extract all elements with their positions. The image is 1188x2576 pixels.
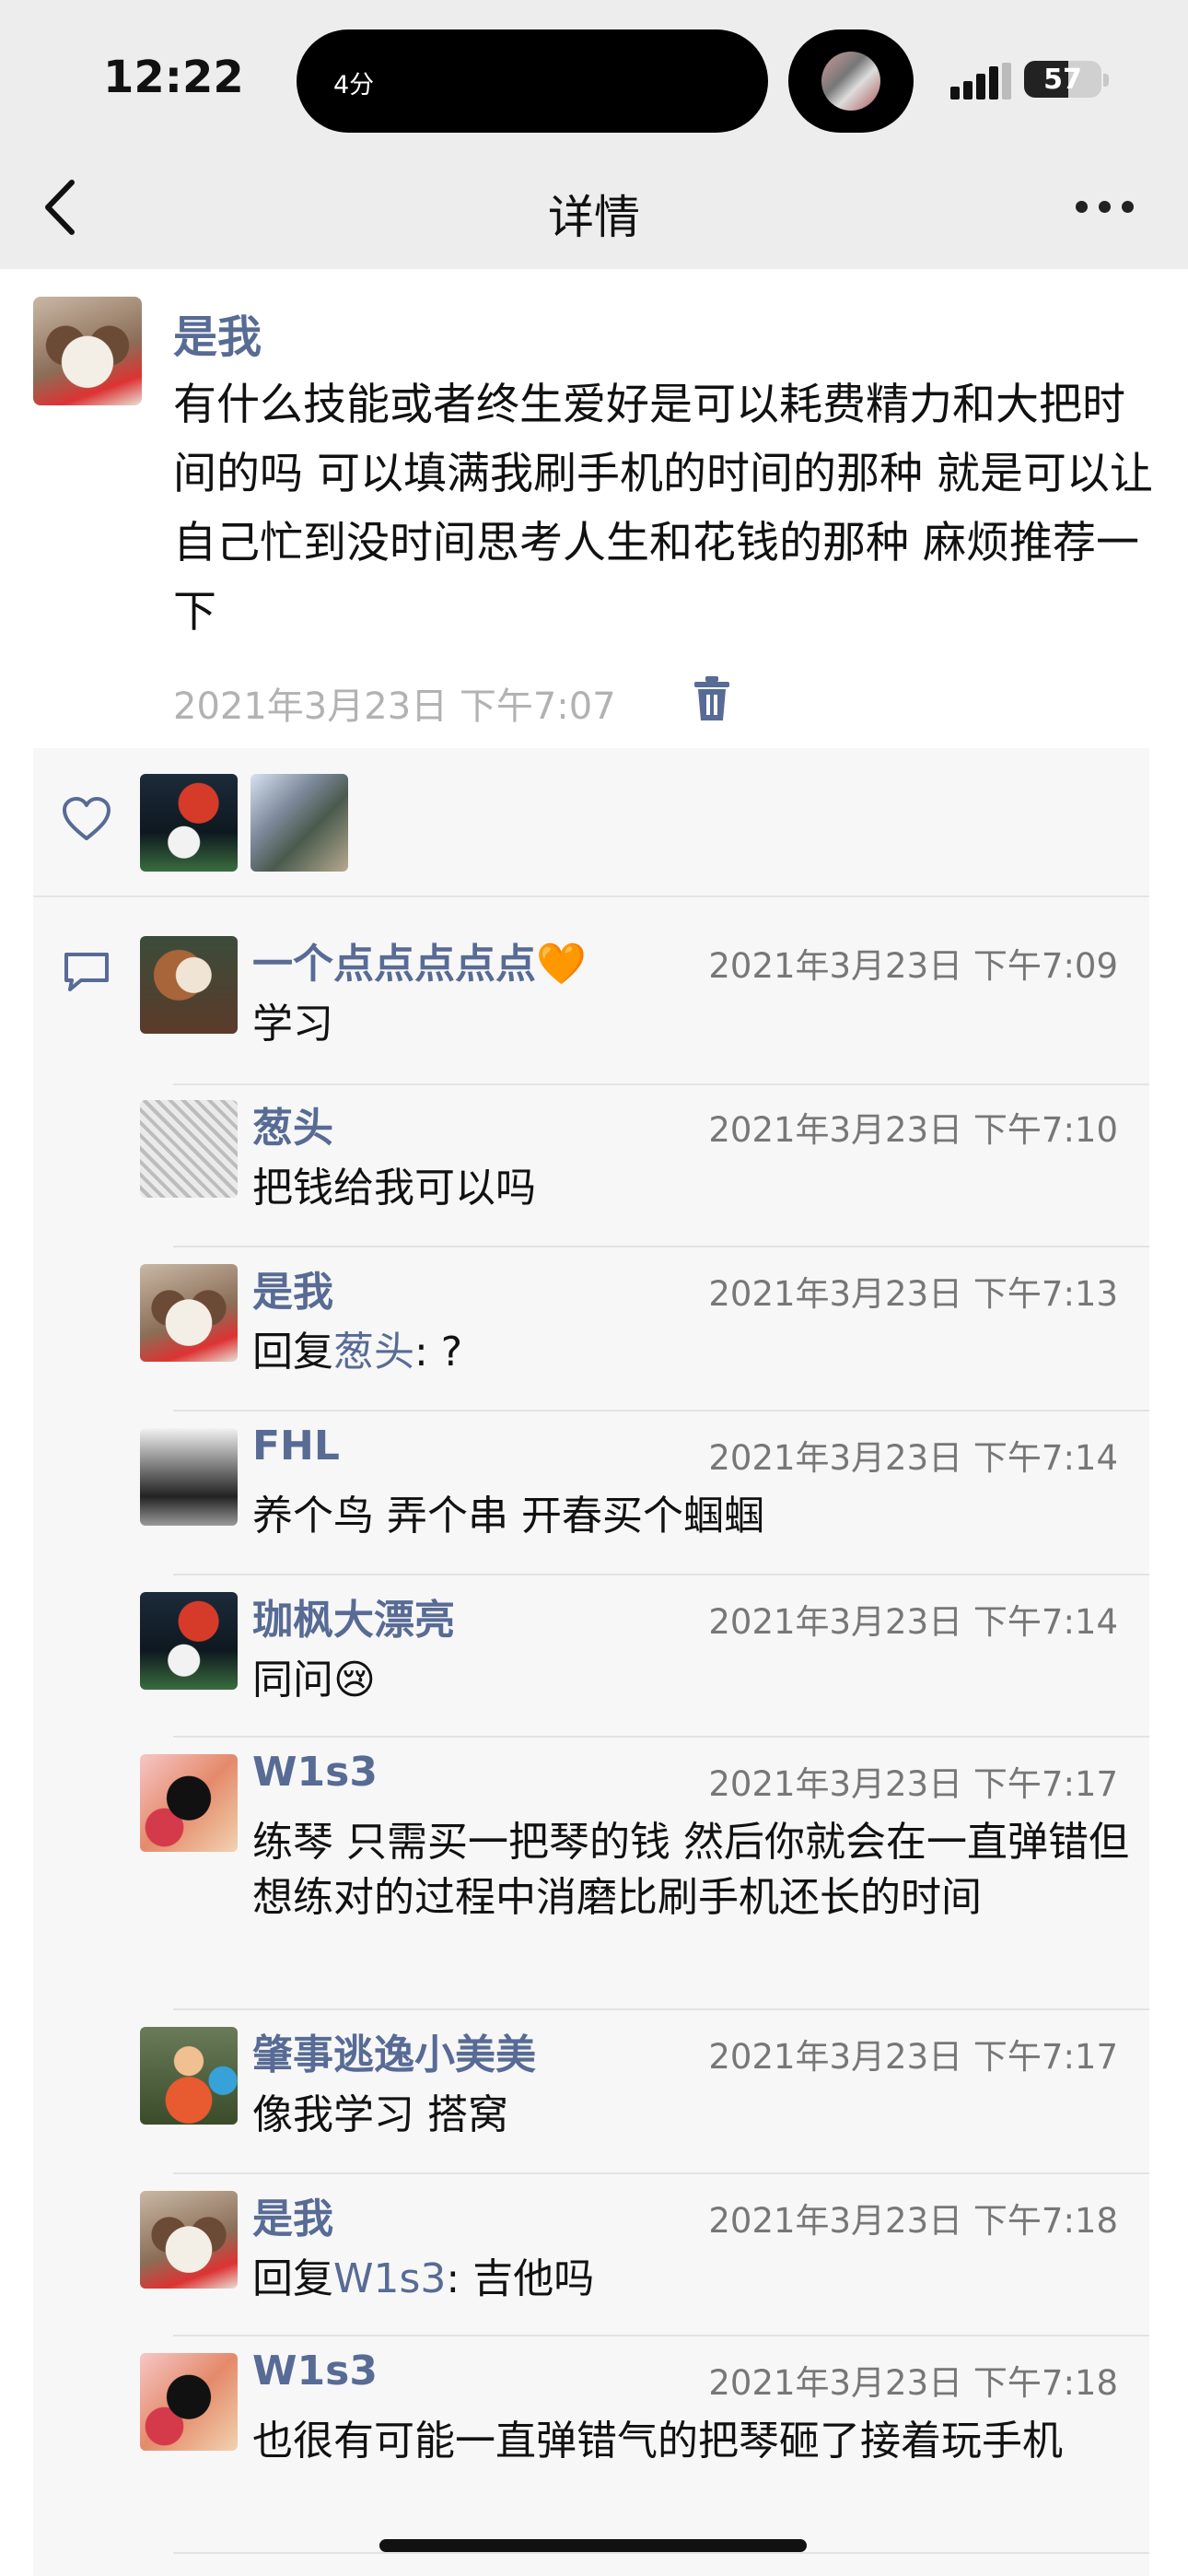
- comment-divider: [173, 1736, 1149, 1738]
- island-timer-text: 4分: [333, 71, 375, 100]
- comment-avatar[interactable]: [140, 2353, 238, 2451]
- dynamic-island[interactable]: 4分: [297, 29, 768, 133]
- comment-author[interactable]: 是我: [252, 2185, 333, 2244]
- heart-icon: [63, 797, 111, 840]
- comment-avatar[interactable]: [140, 1592, 238, 1690]
- comment-text: 同问😢: [252, 1657, 376, 1704]
- comment-divider: [173, 2008, 1149, 2010]
- interaction-panel: 一个点点点点点🧡 2021年3月23日 下午7:09 学习 葱头 2021年3月…: [33, 748, 1149, 2576]
- comment-time: 2021年3月23日 下午7:09: [708, 946, 1118, 986]
- reply-target-link[interactable]: W1s3: [333, 2255, 446, 2302]
- comment-divider: [173, 1246, 1149, 1247]
- battery-tip: [1103, 74, 1109, 87]
- status-time: 12:22: [103, 52, 244, 103]
- reply-prefix: 回复: [252, 2255, 333, 2302]
- comment-text: 回复葱头: ?: [252, 1325, 1188, 1380]
- comment-avatar[interactable]: [140, 1754, 238, 1852]
- comment-divider: [173, 1410, 1149, 1411]
- comment-author[interactable]: 肇事逃逸小美美: [252, 2021, 536, 2080]
- like-avatar[interactable]: [250, 774, 348, 872]
- comment-time: 2021年3月23日 下午7:10: [708, 1110, 1118, 1150]
- comment-time: 2021年3月23日 下午7:14: [708, 1602, 1118, 1642]
- comment-author[interactable]: 珈枫大漂亮: [252, 1587, 455, 1645]
- comment-avatar[interactable]: [140, 1428, 238, 1526]
- comment-divider: [173, 2335, 1149, 2336]
- post-author-avatar[interactable]: [33, 297, 142, 405]
- comment-divider: [173, 1083, 1149, 1085]
- comment-author[interactable]: 是我: [252, 1259, 333, 1317]
- reply-body: : ?: [414, 1329, 463, 1376]
- reply-target-link[interactable]: 葱头: [333, 1329, 414, 1376]
- home-indicator[interactable]: [379, 2539, 807, 2552]
- comment-avatar[interactable]: [140, 1264, 238, 1362]
- signal-icon: [950, 63, 1013, 100]
- battery-icon: 57: [1024, 61, 1101, 98]
- comment-time: 2021年3月23日 下午7:17: [708, 2037, 1118, 2077]
- media-thumbnail: [821, 52, 880, 111]
- reply-body: : 吉他吗: [446, 2255, 595, 2302]
- comment-time: 2021年3月23日 下午7:14: [708, 1438, 1118, 1478]
- like-avatar[interactable]: [140, 774, 238, 872]
- top-bar: 12:22 4分 57 详情: [0, 0, 1188, 269]
- comment-text: 学习: [252, 1001, 333, 1048]
- comment-text: 也很有可能一直弹错气的把琴砸了接着玩手机: [252, 2418, 1063, 2465]
- comment-author[interactable]: W1s3: [252, 2348, 378, 2395]
- comment-text: 养个鸟 弄个串 开春买个蝈蝈: [252, 1493, 764, 1540]
- comment-divider: [173, 1574, 1149, 1575]
- comment-avatar[interactable]: [140, 1100, 238, 1198]
- comment-text: 练琴 只需买一把琴的钱 然后你就会在一直弹错但想练对的过程中消磨比刷手机还长的时…: [252, 1819, 1129, 1921]
- page-title: 详情: [548, 191, 640, 244]
- comment-time: 2021年3月23日 下午7:18: [708, 2363, 1118, 2403]
- post-text: 有什么技能或者终生爱好是可以耗费精力和大把时间的吗 可以填满我刷手机的时间的那种…: [173, 380, 1153, 638]
- comment-author[interactable]: 葱头: [252, 1095, 333, 1153]
- likes-row: [33, 748, 1149, 897]
- comment-author[interactable]: 一个点点点点点🧡: [252, 931, 587, 989]
- comment-text: 回复W1s3: 吉他吗: [252, 2252, 1188, 2307]
- post-author-name[interactable]: 是我: [173, 300, 262, 365]
- post-timestamp: 2021年3月23日 下午7:07: [173, 685, 616, 728]
- reply-prefix: 回复: [252, 1329, 333, 1376]
- comment-author[interactable]: FHL: [252, 1423, 340, 1469]
- delete-icon[interactable]: [689, 674, 735, 724]
- comment-icon: [64, 953, 109, 991]
- battery-percent: 57: [1043, 64, 1082, 96]
- dynamic-island-media[interactable]: [788, 29, 914, 133]
- comment-time: 2021年3月23日 下午7:18: [708, 2201, 1118, 2241]
- more-icon[interactable]: [1076, 201, 1135, 216]
- comment-divider: [173, 2172, 1149, 2174]
- comment-text: 把钱给我可以吗: [252, 1165, 536, 1212]
- comment-avatar[interactable]: [140, 936, 238, 1034]
- comment-time: 2021年3月23日 下午7:17: [708, 1764, 1118, 1804]
- comment-avatar[interactable]: [140, 2027, 238, 2125]
- comment-time: 2021年3月23日 下午7:13: [708, 1274, 1118, 1314]
- comment-author[interactable]: W1s3: [252, 1749, 378, 1796]
- comment-text: 像我学习 搭窝: [252, 2091, 508, 2138]
- comment-divider: [173, 2552, 1149, 2554]
- comment-avatar[interactable]: [140, 2191, 238, 2289]
